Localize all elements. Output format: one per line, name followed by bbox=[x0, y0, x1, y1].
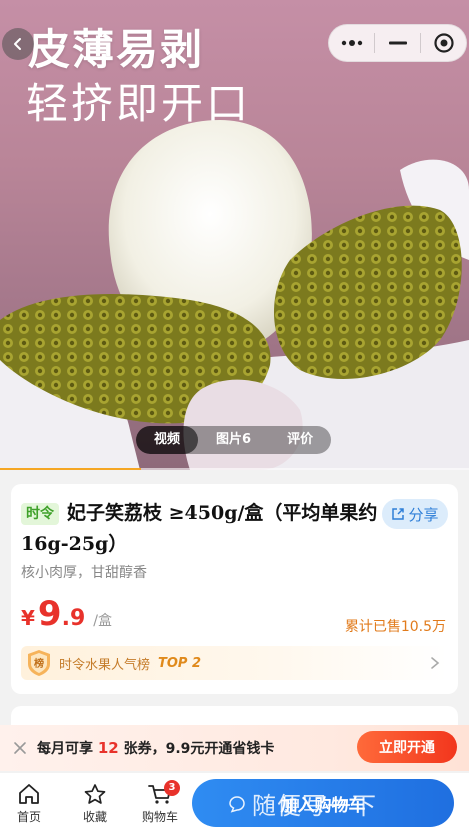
product-subtitle: 核小肉厚，甘甜醇香 bbox=[21, 565, 147, 581]
hero-title-line2: 轻挤即开口 bbox=[26, 79, 252, 128]
cart-count-badge: 3 bbox=[164, 780, 180, 796]
chat-bubble-icon bbox=[229, 795, 245, 813]
close-miniprogram-button[interactable] bbox=[421, 25, 466, 61]
miniprogram-capsule bbox=[328, 24, 467, 62]
nav-home[interactable]: 首页 bbox=[1, 783, 57, 825]
rank-banner[interactable]: 榜 时令水果人气榜 TOP 2 bbox=[21, 646, 448, 680]
nav-favorite[interactable]: 收藏 bbox=[67, 783, 123, 825]
promo-count: 12 bbox=[97, 739, 119, 757]
hero-carousel[interactable]: 皮薄易剥 轻挤即开口 视频 图片6 评价 bbox=[0, 0, 469, 470]
back-button[interactable] bbox=[2, 28, 34, 60]
media-tabs: 视频 图片6 评价 bbox=[136, 426, 332, 454]
seasonal-tag: 时令 bbox=[21, 503, 59, 525]
promo-text: 每月可享 12 张券，9.9元开通省钱卡 bbox=[37, 738, 274, 758]
nav-cart[interactable]: 3 购物车 bbox=[132, 780, 188, 825]
rank-position: TOP 2 bbox=[158, 655, 202, 671]
rank-badge-icon: 榜 bbox=[25, 649, 53, 677]
tab-images[interactable]: 图片6 bbox=[198, 426, 269, 454]
star-icon bbox=[84, 784, 106, 804]
tab-reviews[interactable]: 评价 bbox=[269, 426, 331, 454]
price-unit: /盒 bbox=[93, 613, 112, 629]
more-button[interactable] bbox=[329, 25, 374, 61]
carousel-progress-fill bbox=[0, 468, 141, 470]
share-button[interactable]: 分享 bbox=[382, 499, 448, 529]
product-detail-page: 皮薄易剥 轻挤即开口 视频 图片6 评价 妃子笑荔枝 ≥450g/盒（平均单果约… bbox=[0, 0, 469, 834]
svg-text:榜: 榜 bbox=[34, 657, 44, 670]
share-label: 分享 bbox=[408, 505, 439, 524]
target-close-icon bbox=[433, 33, 454, 53]
nav-home-label: 首页 bbox=[16, 810, 41, 824]
price-decimal: .9 bbox=[61, 606, 86, 631]
chevron-left-icon bbox=[14, 38, 21, 50]
carousel-progress bbox=[0, 468, 469, 470]
price: ¥ 9 .9 /盒 bbox=[21, 594, 112, 634]
close-icon[interactable] bbox=[13, 741, 27, 755]
watermark-text: 随便写一下 bbox=[252, 792, 377, 820]
price-currency: ¥ bbox=[21, 606, 35, 630]
price-integer: 9 bbox=[37, 594, 62, 634]
rank-text: 时令水果人气榜 bbox=[59, 657, 151, 673]
chevron-right-icon bbox=[431, 657, 440, 669]
minimize-icon bbox=[388, 41, 407, 45]
share-icon bbox=[392, 508, 405, 520]
sold-count: 累计已售10.5万 bbox=[344, 619, 446, 635]
promo-banner: 每月可享 12 张券，9.9元开通省钱卡 立即开通 bbox=[0, 725, 469, 771]
hero-title-line1: 皮薄易剥 bbox=[28, 25, 205, 74]
home-icon bbox=[19, 784, 39, 804]
product-info-card: 妃子笑荔枝 ≥450g/盒（平均单果约16g-25g） 时令 分享 核小肉厚，甘… bbox=[11, 484, 458, 694]
nav-cart-label: 购物车 bbox=[141, 810, 178, 824]
nav-favorite-label: 收藏 bbox=[82, 810, 107, 824]
minimize-button[interactable] bbox=[375, 25, 420, 61]
product-title: 妃子笑荔枝 ≥450g/盒（平均单果约16g-25g） bbox=[21, 502, 378, 555]
promo-text-before: 每月可享 bbox=[37, 741, 98, 757]
tab-video[interactable]: 视频 bbox=[136, 426, 199, 454]
watermark: 随便写一下 bbox=[228, 786, 377, 821]
promo-text-after: 张券，9.9元开通省钱卡 bbox=[118, 741, 275, 757]
activate-now-button[interactable]: 立即开通 bbox=[357, 731, 457, 763]
more-dots-icon bbox=[341, 40, 362, 46]
